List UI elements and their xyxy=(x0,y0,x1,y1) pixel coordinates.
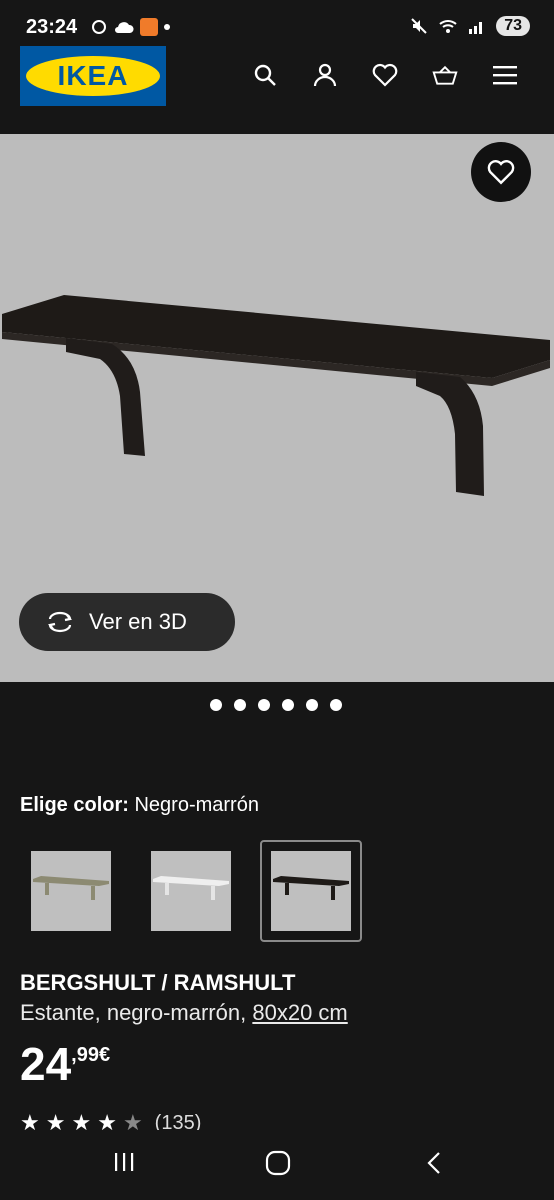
color-swatch-black-brown[interactable] xyxy=(260,840,362,942)
signal-icon xyxy=(469,22,483,34)
system-icons: 73 xyxy=(410,16,530,36)
dot-icon xyxy=(164,24,170,30)
product-size-link[interactable]: 80x20 cm xyxy=(252,1000,347,1025)
color-selection: Elige color: Negro-marrón xyxy=(20,794,259,817)
price-integer: 24 xyxy=(20,1038,72,1090)
app-notification-icon xyxy=(140,18,158,36)
add-to-favorites-button[interactable] xyxy=(471,142,531,202)
cloud-icon xyxy=(115,22,134,33)
gallery-dot[interactable] xyxy=(282,699,294,711)
color-value: Negro-marrón xyxy=(134,794,259,816)
product-price: 24 ,99€ xyxy=(20,1040,110,1088)
basket-icon[interactable] xyxy=(432,62,458,88)
gallery-dot[interactable] xyxy=(258,699,270,711)
product-description: Estante, negro-marrón, 80x20 cm xyxy=(20,1000,348,1026)
back-icon xyxy=(427,1152,440,1174)
rotate-3d-icon xyxy=(48,611,72,633)
color-swatches xyxy=(20,840,362,942)
logo-oval: IKEA xyxy=(26,56,160,96)
header-actions xyxy=(252,62,518,88)
user-icon[interactable] xyxy=(312,62,338,88)
clock: 23:24 xyxy=(26,16,78,38)
menu-icon[interactable] xyxy=(492,62,518,88)
recent-apps-icon xyxy=(115,1153,134,1171)
logo-text: IKEA xyxy=(57,60,129,91)
color-swatch-green[interactable] xyxy=(20,840,122,942)
cloud-sync-icon xyxy=(92,20,106,34)
view-in-3d-button[interactable]: Ver en 3D xyxy=(19,593,235,651)
color-label: Elige color: xyxy=(20,794,129,816)
swatch-image xyxy=(271,851,351,931)
site-header: IKEA xyxy=(0,42,554,134)
view-in-3d-label: Ver en 3D xyxy=(89,609,187,634)
mute-icon xyxy=(411,18,427,34)
swatch-image xyxy=(31,851,111,931)
gallery-pagination xyxy=(210,699,342,711)
home-icon xyxy=(265,1150,291,1176)
gallery-dot[interactable] xyxy=(330,699,342,711)
product-description-text: Estante, negro-marrón, xyxy=(20,1000,247,1025)
heart-icon xyxy=(487,160,515,185)
recent-apps-button[interactable] xyxy=(112,1150,136,1179)
swatch-image xyxy=(151,851,231,931)
heart-icon[interactable] xyxy=(372,62,398,88)
wifi-icon xyxy=(439,20,457,33)
back-button[interactable] xyxy=(424,1150,444,1181)
gallery-dot[interactable] xyxy=(210,699,222,711)
home-button[interactable] xyxy=(265,1150,291,1181)
price-decimal: ,99€ xyxy=(71,1044,111,1066)
system-navigation-bar xyxy=(0,1130,554,1200)
gallery-dot[interactable] xyxy=(234,699,246,711)
search-icon[interactable] xyxy=(252,62,278,88)
ikea-logo[interactable]: IKEA xyxy=(20,46,166,106)
gallery-dot[interactable] xyxy=(306,699,318,711)
product-name: BERGSHULT / RAMSHULT xyxy=(20,970,296,995)
battery-indicator: 73 xyxy=(496,16,530,36)
notification-icons xyxy=(90,18,170,36)
color-swatch-white[interactable] xyxy=(140,840,242,942)
product-image-gallery[interactable]: Ver en 3D xyxy=(0,134,554,682)
